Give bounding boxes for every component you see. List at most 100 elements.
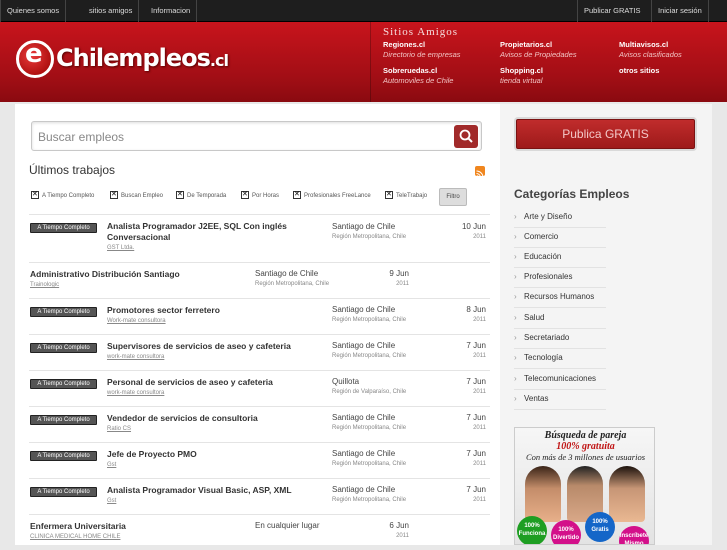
job-title[interactable]: Personal de servicios de aseo y cafeteri… — [107, 377, 322, 388]
friend-site-name: Regiones.cl — [383, 40, 426, 49]
filter-button[interactable]: Filtro — [439, 188, 467, 206]
job-year: 2011 — [473, 317, 486, 323]
category-label: Secretariado — [524, 333, 570, 342]
checkbox-icon[interactable] — [176, 190, 184, 200]
banner-badge-gratis: 100% Gratis — [585, 512, 615, 542]
job-row[interactable]: A Tiempo Completo Jefe de Proyecto PMO G… — [29, 442, 490, 478]
logo-e: e — [25, 39, 43, 69]
job-row[interactable]: A Tiempo Completo Personal de servicios … — [29, 370, 490, 406]
checkbox-icon[interactable] — [31, 190, 39, 200]
dating-ad-banner[interactable]: Búsqueda de pareja 100% gratuita Con más… — [514, 427, 655, 545]
filter-label: Profesionales FreeLance — [304, 193, 371, 199]
friend-site-propietarios[interactable]: Propietarios.cl Avisos de Propiedades — [500, 40, 577, 60]
job-title[interactable]: Promotores sector ferretero — [107, 305, 322, 316]
category-ventas[interactable]: › Ventas — [514, 390, 606, 410]
friend-site-desc: Avisos clasificados — [619, 50, 682, 59]
category-educacion[interactable]: › Educación — [514, 248, 606, 268]
filter-teletrabajo[interactable]: TeleTrabajo — [385, 190, 427, 201]
friend-site-shopping[interactable]: Shopping.cl tienda virtual — [500, 66, 543, 86]
category-label: Ventas — [524, 394, 549, 403]
checkbox-icon[interactable] — [293, 190, 301, 200]
job-city: Santiago de Chile — [332, 449, 396, 458]
category-comercio[interactable]: › Comercio — [514, 228, 606, 248]
job-title[interactable]: Supervisores de servicios de aseo y cafe… — [107, 341, 322, 352]
job-title[interactable]: Vendedor de servicios de consultoria — [107, 413, 322, 424]
job-region: Región Metropolitana, Chile — [332, 234, 407, 240]
category-profesionales[interactable]: › Profesionales — [514, 268, 606, 288]
job-year: 2011 — [473, 234, 486, 240]
job-title[interactable]: Analista Programador Visual Basic, ASP, … — [107, 485, 322, 496]
job-city: Santiago de Chile — [255, 269, 319, 278]
job-year: 2011 — [473, 353, 486, 359]
nav-link-informacion[interactable]: Informacion — [145, 0, 198, 22]
job-year: 2011 — [396, 533, 409, 539]
checkbox-icon[interactable] — [110, 190, 118, 200]
job-title[interactable]: Enfermera Universitaria — [30, 521, 245, 532]
job-row[interactable]: A Tiempo Completo Supervisores de servic… — [29, 334, 490, 370]
category-label: Educación — [524, 252, 562, 261]
job-title[interactable]: Jefe de Proyecto PMO — [107, 449, 322, 460]
job-region: Región Metropolitana, Chile — [332, 425, 407, 431]
search-input[interactable] — [38, 127, 448, 147]
filter-label: De Temporada — [187, 193, 227, 199]
job-year: 2011 — [473, 497, 486, 503]
job-year: 2011 — [396, 281, 409, 287]
job-row[interactable]: Administrativo Distribución Santiago Tra… — [29, 262, 490, 298]
job-row[interactable]: A Tiempo Completo Analista Programador J… — [29, 214, 490, 251]
category-arte[interactable]: › Arte y Diseño — [514, 208, 606, 228]
nav-link-quienes-somos[interactable]: Quienes somos — [0, 0, 67, 22]
category-label: Recursos Humanos — [524, 292, 595, 301]
job-title[interactable]: Administrativo Distribución Santiago — [30, 269, 245, 280]
job-company[interactable]: GST Ltda. — [107, 245, 134, 251]
site-logo[interactable]: e Chilempleos.cl — [16, 36, 229, 80]
job-company[interactable]: work-mate consultora — [107, 390, 164, 396]
category-label: Comercio — [524, 232, 559, 241]
job-company[interactable]: CLINICA MEDICAL HOME CHILE — [30, 534, 120, 540]
friend-site-sobreruedas[interactable]: Sobreruedas.cl Automoviles de Chile — [383, 66, 453, 86]
banner-badge-funciona: 100% Funciona — [517, 516, 547, 544]
friend-site-multiavisos[interactable]: Multiavisos.cl Avisos clasificados — [619, 40, 682, 60]
category-salud[interactable]: › Salud — [514, 309, 606, 329]
job-company[interactable]: Trainologic — [30, 282, 59, 288]
job-company[interactable]: Work-mate consultora — [107, 318, 166, 324]
categories-title: Categorías Empleos — [514, 187, 630, 201]
filter-freelance[interactable]: Profesionales FreeLance — [293, 190, 371, 201]
category-tecnologia[interactable]: › Tecnología — [514, 349, 606, 369]
filter-buscan-empleo[interactable]: Buscan Empleo — [110, 190, 163, 201]
friend-site-desc: tienda virtual — [500, 76, 543, 85]
category-secretariado[interactable]: › Secretariado — [514, 329, 606, 349]
job-row[interactable]: A Tiempo Completo Vendedor de servicios … — [29, 406, 490, 442]
job-title[interactable]: Analista Programador J2EE, SQL Con inglé… — [107, 221, 322, 243]
job-date: 8 Jun — [466, 305, 486, 314]
checkbox-icon[interactable] — [385, 190, 393, 200]
main-content: Últimos trabajos A Tiempo Completo Busca… — [15, 104, 500, 545]
friend-site-regiones[interactable]: Regiones.cl Directorio de empresas — [383, 40, 461, 60]
category-telecomunicaciones[interactable]: › Telecomunicaciones — [514, 370, 606, 390]
filter-bar: A Tiempo Completo Buscan Empleo De Tempo… — [29, 188, 489, 210]
friend-site-otros[interactable]: otros sitios — [619, 66, 659, 76]
publish-free-button[interactable]: Publica GRATIS — [516, 119, 695, 149]
job-type-badge: A Tiempo Completo — [30, 307, 97, 317]
job-type-badge: A Tiempo Completo — [30, 379, 97, 389]
chevron-right-icon: › — [514, 272, 517, 281]
job-company[interactable]: Gst — [107, 498, 116, 504]
search-button[interactable] — [454, 125, 478, 148]
job-city: Quillota — [332, 377, 360, 386]
nav-link-sitios-amigos[interactable]: sitios amigos — [83, 0, 140, 22]
job-company[interactable]: Gst — [107, 462, 116, 468]
job-company[interactable]: work-mate consultora — [107, 354, 164, 360]
chevron-right-icon: › — [514, 232, 517, 241]
nav-link-publicar-gratis[interactable]: Publicar GRATIS — [577, 0, 647, 22]
chevron-right-icon: › — [514, 292, 517, 301]
job-type-badge: A Tiempo Completo — [30, 451, 97, 461]
nav-link-iniciar-sesion[interactable]: Iniciar sesión — [651, 0, 709, 22]
job-row[interactable]: A Tiempo Completo Promotores sector ferr… — [29, 298, 490, 334]
checkbox-icon[interactable] — [241, 190, 249, 200]
rss-icon[interactable] — [475, 166, 485, 178]
category-rrhh[interactable]: › Recursos Humanos — [514, 288, 606, 308]
filter-de-temporada[interactable]: De Temporada — [176, 190, 227, 201]
filter-tiempo-completo[interactable]: A Tiempo Completo — [31, 190, 94, 201]
job-row[interactable]: A Tiempo Completo Analista Programador V… — [29, 478, 490, 514]
filter-por-horas[interactable]: Por Horas — [241, 190, 279, 201]
job-company[interactable]: Ratio CS — [107, 426, 131, 432]
